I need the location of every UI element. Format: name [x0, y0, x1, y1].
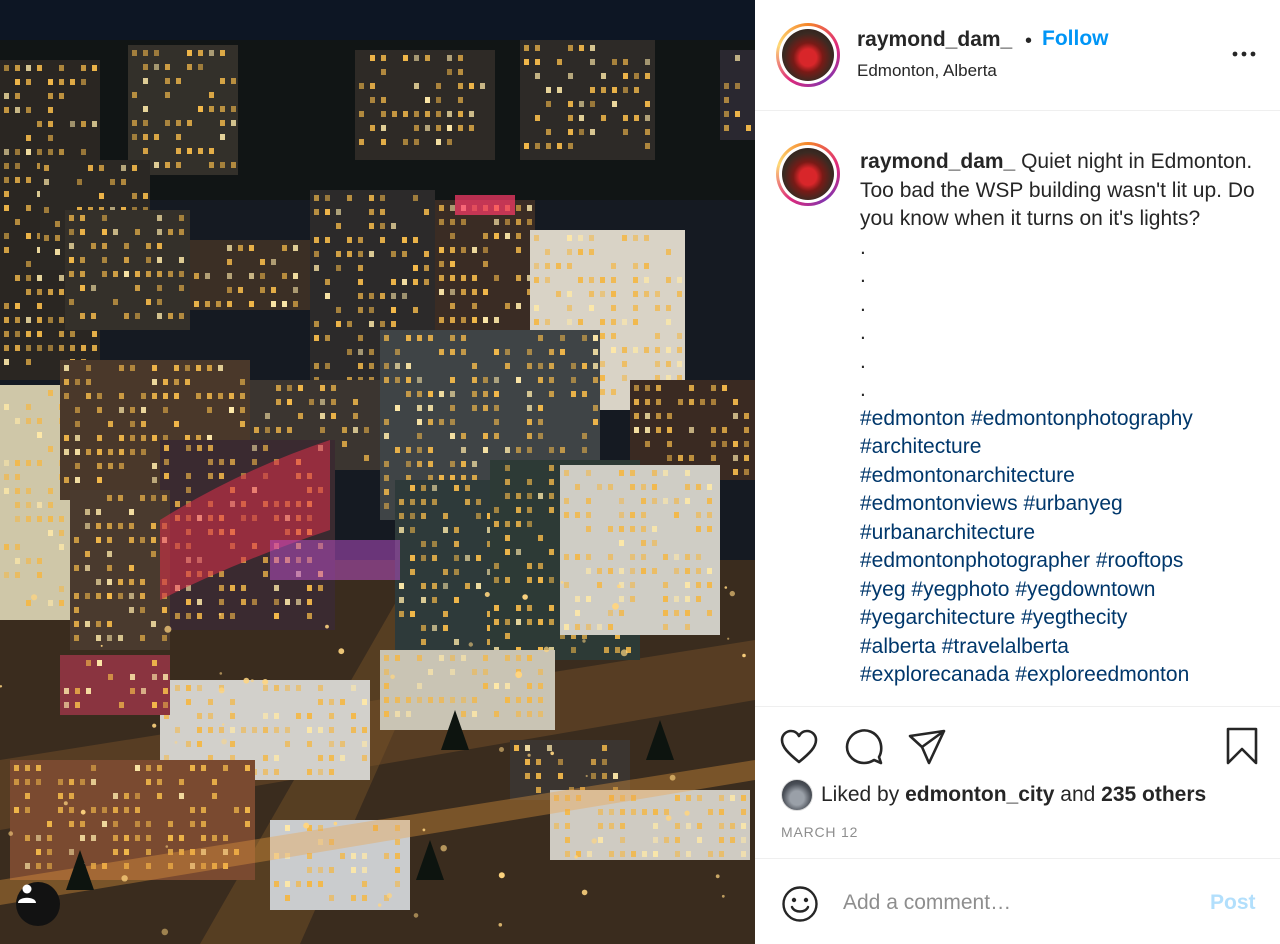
hashtag-link[interactable]: #edmonton	[860, 407, 965, 430]
hashtag-link[interactable]: #yeg	[860, 578, 906, 601]
hashtag-link[interactable]: #architecture	[860, 435, 981, 458]
hashtag-link[interactable]: #rooftops	[1096, 549, 1184, 572]
hashtag-line: #yegarchitecture #yegthecity	[860, 604, 1255, 633]
more-horizontal-icon[interactable]	[1229, 44, 1259, 64]
comment-input[interactable]	[843, 885, 1173, 921]
comment-icon[interactable]	[844, 727, 884, 767]
bookmark-icon[interactable]	[1225, 726, 1259, 766]
post-button[interactable]: Post	[1210, 891, 1256, 915]
hashtag-link[interactable]: #yegarchitecture	[860, 606, 1015, 629]
post-header: raymond_dam_ • Follow Edmonton, Alberta	[755, 0, 1280, 111]
hashtag-line: #edmonton #edmontonphotography	[860, 405, 1255, 434]
caption-dot: .	[860, 235, 866, 259]
likes-middle: and	[1060, 783, 1096, 806]
hashtag-line: #alberta #travelalberta	[860, 633, 1255, 662]
hashtag-line: #urbanarchitecture	[860, 519, 1255, 548]
caption-hashtags: #edmonton #edmontonphotography #architect…	[860, 405, 1255, 690]
hashtag-link[interactable]: #urbanyeg	[1023, 492, 1122, 515]
caption-author-avatar[interactable]	[776, 142, 840, 206]
hashtag-link[interactable]: #alberta	[860, 635, 936, 658]
hashtag-line: #architecture	[860, 433, 1255, 462]
hashtag-line: #edmontonphotographer #rooftops	[860, 547, 1255, 576]
hashtag-link[interactable]: #travelalberta	[942, 635, 1069, 658]
hashtag-link[interactable]: #exploreedmonton	[1015, 663, 1189, 686]
hashtag-link[interactable]: #edmontonphotographer	[860, 549, 1090, 572]
author-username[interactable]: raymond_dam_	[857, 28, 1012, 52]
hashtag-line: #edmontonviews #urbanyeg	[860, 490, 1255, 519]
heart-icon[interactable]	[780, 729, 818, 765]
location-link[interactable]: Edmonton, Alberta	[857, 61, 997, 81]
hashtag-link[interactable]: #yegthecity	[1021, 606, 1127, 629]
liker-username[interactable]: edmonton_city	[905, 783, 1054, 806]
post-date[interactable]: MARCH 12	[781, 824, 858, 840]
hashtag-link[interactable]: #edmontonphotography	[971, 407, 1193, 430]
hashtag-line: #edmontonarchitecture	[860, 462, 1255, 491]
hashtag-link[interactable]: #edmontonarchitecture	[860, 464, 1075, 487]
caption-dot: .	[860, 349, 866, 373]
hashtag-link[interactable]: #yegdowntown	[1015, 578, 1155, 601]
liker-avatar[interactable]	[781, 779, 813, 811]
smiley-icon[interactable]	[781, 885, 819, 923]
caption-dots: ......	[860, 234, 1255, 405]
tagged-users-button[interactable]	[16, 882, 60, 926]
hashtag-link[interactable]: #yegphoto	[911, 578, 1009, 601]
caption-dot: .	[860, 321, 866, 344]
likes-summary[interactable]: Liked by edmonton_city and 235 others	[781, 779, 1206, 811]
action-bar: Liked by edmonton_city and 235 others MA…	[755, 706, 1280, 858]
post-side-panel: raymond_dam_ • Follow Edmonton, Alberta …	[755, 0, 1280, 944]
person-icon	[18, 884, 36, 903]
caption-dot: .	[860, 292, 866, 316]
post-photo[interactable]	[0, 0, 755, 944]
caption-area[interactable]: raymond_dam_ Quiet night in Edmonton. To…	[755, 112, 1280, 706]
follow-button[interactable]: Follow	[1042, 27, 1109, 51]
hashtag-link[interactable]: #explorecanada	[860, 663, 1009, 686]
caption-dot: .	[860, 264, 866, 287]
comment-bar: Post	[755, 858, 1280, 944]
hashtag-line: #yeg #yegphoto #yegdowntown	[860, 576, 1255, 605]
share-icon[interactable]	[907, 728, 947, 766]
caption-username[interactable]: raymond_dam_	[860, 150, 1015, 173]
hashtag-link[interactable]: #urbanarchitecture	[860, 521, 1035, 544]
hashtag-link[interactable]: #edmontonviews	[860, 492, 1018, 515]
likes-prefix: Liked by	[821, 783, 900, 806]
author-avatar[interactable]	[776, 23, 840, 87]
likes-others-link[interactable]: 235 others	[1101, 783, 1206, 806]
city-night-image	[0, 0, 755, 944]
hashtag-line: #explorecanada #exploreedmonton	[860, 661, 1255, 690]
caption-text: raymond_dam_ Quiet night in Edmonton. To…	[860, 148, 1255, 690]
caption-dot: .	[860, 378, 866, 401]
separator-dot: •	[1025, 30, 1033, 52]
